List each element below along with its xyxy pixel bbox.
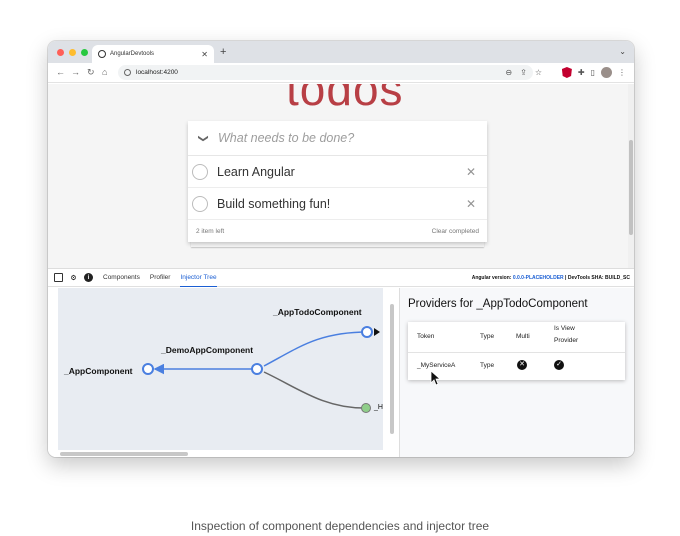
tab-strip: AngularDevtools ✕ + ⌄ — [48, 41, 634, 63]
toggle-all-chevron-icon[interactable]: ❯ — [198, 123, 209, 153]
new-todo-input[interactable]: What needs to be done? — [218, 131, 354, 145]
injector-tree-graph[interactable]: _AppComponent _DemoAppComponent _AppTodo… — [58, 288, 383, 450]
node-h — [361, 403, 371, 413]
minimize-window-button[interactable] — [69, 49, 76, 56]
multi-false-icon: ✕ — [517, 360, 527, 370]
todo-label[interactable]: Learn Angular — [217, 165, 487, 179]
node-demo-app-component — [251, 363, 263, 375]
clear-completed-button[interactable]: Clear completed — [432, 228, 479, 235]
graph-gutter — [48, 288, 58, 457]
column-header-multi: Multi — [516, 333, 530, 340]
graph-vertical-scrollbar[interactable] — [390, 304, 394, 434]
column-header-type: Type — [480, 333, 495, 340]
extensions-area: ✚ ▯ ⋮ — [561, 67, 626, 78]
figure-caption: Inspection of component dependencies and… — [190, 519, 490, 533]
new-todo-row: ❯ What needs to be done? — [188, 121, 487, 156]
node-label-demo-app-component[interactable]: _DemoAppComponent — [161, 345, 253, 355]
share-icon[interactable]: ⇪ — [520, 68, 527, 77]
node-label-app-todo-component[interactable]: _AppTodoComponent — [273, 307, 362, 317]
providers-panel: Providers for _AppTodoComponent Token Ty… — [400, 288, 634, 457]
delete-todo-icon[interactable]: ✕ — [466, 197, 476, 211]
node-app-component — [142, 363, 154, 375]
todos-title: todos — [286, 84, 404, 115]
todo-label[interactable]: Build something fun! — [217, 197, 487, 211]
forward-button[interactable]: → — [71, 67, 80, 77]
home-button[interactable]: ⌂ — [102, 67, 107, 77]
url-text: localhost:4200 — [136, 69, 178, 76]
address-bar-actions: ⊖ ⇪ ☆ — [505, 68, 542, 77]
todo-footer: 2 item left Clear completed — [188, 220, 487, 242]
close-tab-icon[interactable]: ✕ — [201, 50, 208, 59]
extensions-puzzle-icon[interactable]: ✚ — [578, 68, 585, 77]
browser-window: AngularDevtools ✕ + ⌄ ← → ↻ ⌂ localhost:… — [48, 41, 634, 457]
back-button[interactable]: ← — [56, 67, 65, 77]
page-scrollbar-thumb[interactable] — [629, 140, 633, 235]
graph-horizontal-scrollbar-thumb[interactable] — [60, 452, 188, 456]
devtools-panel: ⚙ i Components Profiler Injector Tree An… — [48, 268, 634, 457]
delete-todo-icon[interactable]: ✕ — [466, 165, 476, 179]
address-bar[interactable]: localhost:4200 — [118, 65, 533, 80]
items-left-count: 2 item left — [196, 227, 225, 235]
version-info: Angular version: 0.0.0-PLACEHOLDER | Dev… — [472, 275, 630, 281]
node-app-todo-component — [361, 326, 373, 338]
todo-app: ❯ What needs to be done? Learn Angular ✕… — [188, 121, 487, 242]
mouse-cursor-icon — [430, 370, 442, 386]
column-header-is-view-provider: Is View Provider — [554, 325, 579, 344]
node-label-h[interactable]: _H — [374, 404, 383, 411]
devtools-toolbar: ⚙ i Components Profiler Injector Tree An… — [48, 269, 634, 287]
profile-avatar[interactable] — [601, 67, 612, 78]
column-header-token: Token — [417, 333, 435, 340]
todo-item: Learn Angular ✕ — [188, 156, 487, 188]
reload-button[interactable]: ↻ — [87, 67, 95, 78]
cell-token[interactable]: _MyServiceA — [417, 362, 455, 369]
close-window-button[interactable] — [57, 49, 64, 56]
tab-injector-tree[interactable]: Injector Tree — [180, 269, 217, 287]
tab-search-button[interactable]: ⌄ — [619, 47, 626, 56]
bookmark-star-icon[interactable]: ☆ — [535, 68, 542, 77]
node-label-app-component[interactable]: _AppComponent — [64, 366, 132, 376]
tab-title: AngularDevtools — [110, 51, 155, 57]
new-tab-button[interactable]: + — [220, 46, 226, 58]
edge-todo-to-demo — [263, 331, 369, 367]
is-view-provider-true-icon: ✓ — [554, 360, 564, 370]
split-divider[interactable] — [383, 288, 386, 450]
devtools-sha: | DevTools SHA: BUILD_SC — [563, 275, 630, 281]
tab-profiler[interactable]: Profiler — [150, 269, 171, 287]
table-divider — [408, 352, 625, 353]
gear-icon[interactable]: ⚙ — [69, 273, 78, 282]
site-info-icon[interactable] — [124, 69, 131, 76]
angular-devtools-extension-icon[interactable] — [561, 67, 572, 78]
graph-horizontal-scrollbar[interactable] — [58, 450, 383, 457]
todo-checkbox[interactable] — [192, 195, 208, 212]
side-panel-icon[interactable]: ▯ — [591, 68, 595, 77]
todo-checkbox[interactable] — [192, 163, 208, 180]
zoom-icon[interactable]: ⊖ — [505, 68, 512, 77]
window-controls — [57, 49, 88, 56]
browser-toolbar: ← → ↻ ⌂ localhost:4200 ⊖ ⇪ ☆ ✚ ▯ ⋮ — [48, 63, 634, 83]
browser-tab[interactable]: AngularDevtools ✕ — [92, 45, 214, 63]
cell-type: Type — [480, 362, 495, 369]
version-label: Angular version: — [471, 275, 513, 281]
edge-h-to-demo — [263, 371, 365, 409]
providers-title: Providers for _AppTodoComponent — [408, 298, 588, 310]
globe-icon — [98, 50, 106, 58]
info-icon[interactable]: i — [84, 273, 93, 282]
version-value: 0.0.0-PLACEHOLDER — [512, 275, 564, 281]
browser-menu-icon[interactable]: ⋮ — [618, 68, 626, 77]
todo-item: Build something fun! ✕ — [188, 188, 487, 220]
tab-components[interactable]: Components — [103, 269, 140, 287]
inspect-element-icon[interactable] — [54, 273, 63, 282]
maximize-window-button[interactable] — [81, 49, 88, 56]
